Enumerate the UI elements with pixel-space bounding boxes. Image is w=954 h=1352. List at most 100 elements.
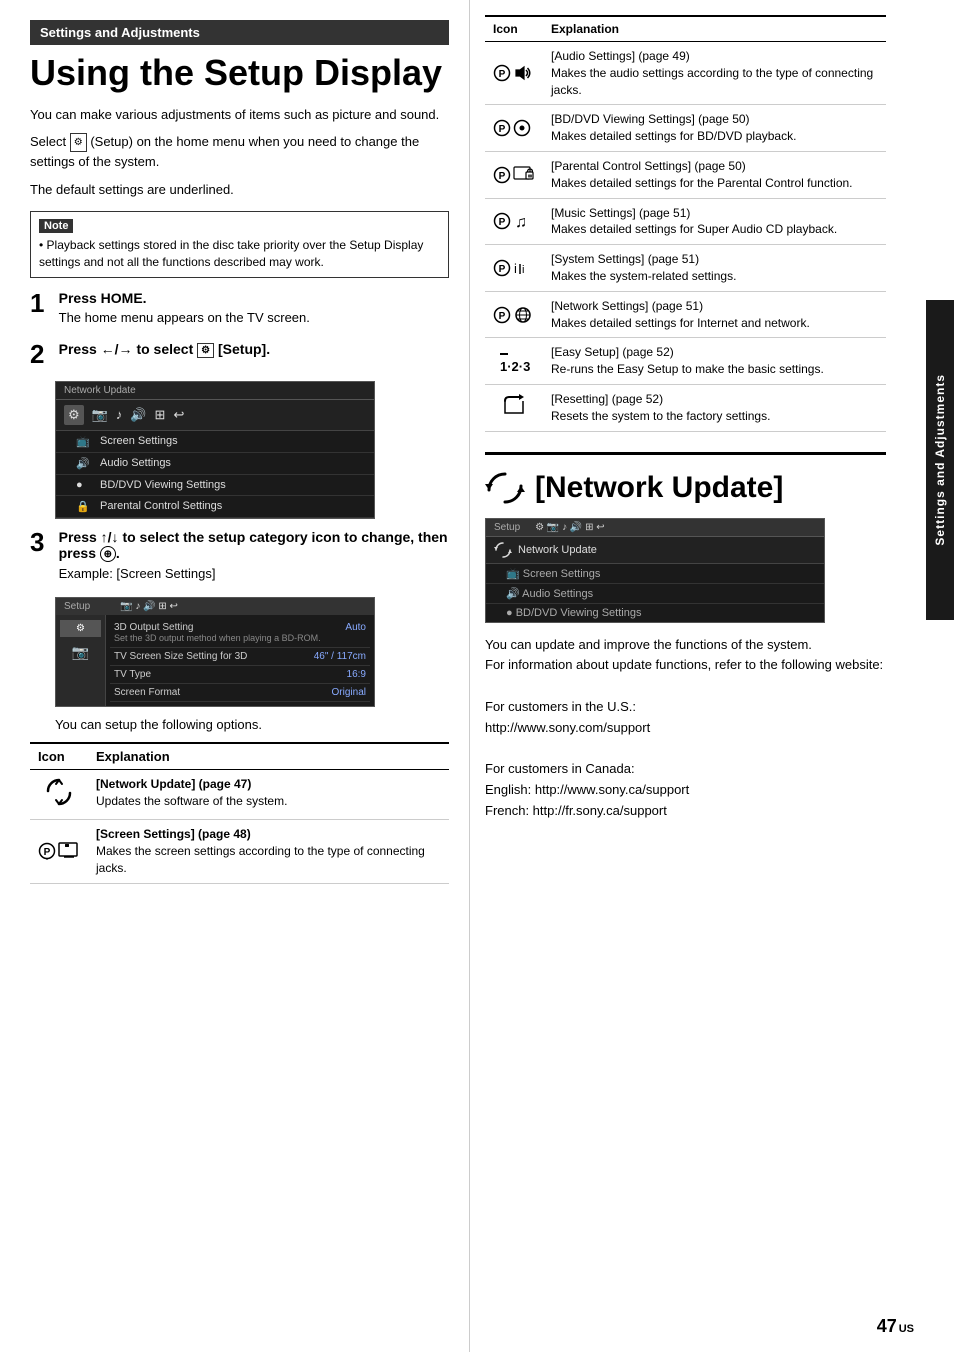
menu-row-parental: 🔒 Parental Control Settings (56, 496, 374, 518)
icon-cell-screen-settings: P (30, 820, 88, 883)
system-desc: Makes the system-related settings. (551, 269, 736, 283)
reset-desc: Resets the system to the factory setting… (551, 409, 770, 423)
bd-icon-group: P (493, 119, 535, 137)
page-title: Using the Setup Display (30, 53, 449, 93)
network-mockup-audio-row: 🔊 Audio Settings (486, 584, 824, 604)
network-update-para-1: You can update and improve the functions… (485, 635, 886, 656)
p-circle-music: P (493, 212, 511, 230)
system-icon: i i (513, 259, 535, 277)
page-number: 47 (877, 1316, 897, 1337)
icon-cell-system: P i i (485, 245, 543, 292)
network-mockup-bd-row: ● BD/DVD Viewing Settings (486, 604, 824, 622)
icon-cell-reset (485, 384, 543, 431)
easy-setup-cell: [Easy Setup] (page 52) Re-runs the Easy … (543, 338, 886, 385)
menu-icons-row: ⚙ 📷 ♪ 🔊 ⊞ ↩ (56, 400, 374, 431)
svg-text:♫: ♫ (515, 214, 527, 230)
network-mockup-top-bar: Setup ⚙ 📷 ♪ 🔊 ⊞ ↩ (486, 519, 824, 537)
menu-mockup-1: Network Update ⚙ 📷 ♪ 🔊 ⊞ ↩ 📺 Screen Sett… (55, 381, 375, 519)
network-settings-cell: [Network Settings] (page 51) Makes detai… (543, 291, 886, 338)
icon-cell-parental: P (485, 151, 543, 198)
network-update-canada-label: For customers in Canada: (485, 759, 886, 780)
svg-text:P: P (499, 264, 506, 275)
step-3-desc: Example: [Screen Settings] (59, 565, 448, 583)
settings-main: 3D Output SettingSet the 3D output metho… (106, 615, 374, 706)
side-tab-label: Settings and Adjustments (933, 374, 947, 546)
easy-setup-title: [Easy Setup] (page 52) (551, 345, 674, 359)
easy-setup-icon: 1·2·3 (498, 349, 530, 373)
table-row: P [Screen Settings] (page 48) (30, 820, 449, 883)
note-label: Note (39, 219, 73, 233)
side-tab: Settings and Adjustments (926, 300, 954, 620)
intro-para-2: Select ⚙ (Setup) on the home menu when y… (30, 132, 449, 172)
network-settings-icon-group: P (493, 306, 535, 324)
network-update-large-icon (485, 470, 525, 506)
page-number-container: 47 US (877, 1316, 914, 1337)
step-2: 2 Press ←/→ to select ⚙ [Setup]. (30, 341, 449, 367)
settings-row-tv-type: TV Type 16:9 (110, 666, 370, 684)
bd-title: [BD/DVD Viewing Settings] (page 50) (551, 112, 750, 126)
network-update-canada-english: English: http://www.sony.ca/support (485, 780, 886, 801)
svg-text:P: P (44, 847, 51, 858)
easy-setup-icon-group: 1·2·3 (493, 349, 535, 373)
p-circle-parental: P (493, 166, 511, 184)
table-row: P [Audio Settings] (page 49) Makes the a… (485, 42, 886, 105)
parental-monitor-lock (513, 166, 535, 184)
network-update-para-2: For information about update functions, … (485, 655, 886, 676)
page-number-suffix: US (899, 1323, 914, 1335)
menu-row-screen: 📺 Screen Settings (56, 431, 374, 453)
settings-mockup: Setup 📷 ♪ 🔊 ⊞ ↩ ⚙ 📷 3D Output SettingSet… (55, 597, 375, 707)
step-3-title: Press ↑/↓ to select the setup category i… (59, 529, 448, 562)
menu-icon-speaker: 🔊 (130, 407, 146, 423)
menu-icon-camera: 📷 (92, 407, 108, 423)
system-title: [System Settings] (page 51) (551, 252, 699, 266)
lower-table-explanation-header: Explanation (88, 743, 449, 770)
enter-button-icon: ⊕ (100, 546, 116, 562)
system-cell: [System Settings] (page 51) Makes the sy… (543, 245, 886, 292)
bd-cell: [BD/DVD Viewing Settings] (page 50) Make… (543, 105, 886, 152)
icon-cell-easy-setup: 1·2·3 (485, 338, 543, 385)
menu-icon-return: ↩ (173, 407, 184, 423)
note-text: • Playback settings stored in the disc t… (39, 237, 440, 271)
left-column: Settings and Adjustments Using the Setup… (0, 0, 470, 1352)
parental-title: [Parental Control Settings] (page 50) (551, 159, 746, 173)
settings-mockup-body: ⚙ 📷 3D Output SettingSet the 3D output m… (56, 615, 374, 706)
svg-text:P: P (499, 311, 506, 322)
icon-cell-bd: P (485, 105, 543, 152)
settings-row-3d: 3D Output SettingSet the 3D output metho… (110, 619, 370, 648)
table-row: P ♫ [Music Settings] (page 51) Makes det… (485, 198, 886, 245)
settings-row-screen-format: Screen Format Original (110, 684, 370, 702)
speaker-icon (513, 65, 533, 81)
menu-row-bd: ● BD/DVD Viewing Settings (56, 475, 374, 496)
section-header: Settings and Adjustments (30, 20, 449, 45)
step-1-number: 1 (30, 290, 55, 316)
music-note-icon: ♫ (513, 212, 533, 230)
step-3-number: 3 (30, 529, 55, 555)
you-can-setup-text: You can setup the following options. (55, 717, 449, 732)
step-1-content: Press HOME. The home menu appears on the… (59, 290, 448, 327)
table-row: P [Parental Control Settings] (page 50) (485, 151, 886, 198)
reset-title: [Resetting] (page 52) (551, 392, 663, 406)
intro-para-1: You can make various adjustments of item… (30, 105, 449, 125)
icon-cell-audio: P (485, 42, 543, 105)
screen-settings-title: [Screen Settings] (page 48) (96, 827, 251, 841)
table-row: P [BD/DVD Viewing Settings] (page 50) Ma… (485, 105, 886, 152)
step-3-content: Press ↑/↓ to select the setup category i… (59, 529, 448, 583)
settings-sidebar-screen: 📷 (60, 641, 101, 664)
network-update-cell: [Network Update] (page 47) Updates the s… (88, 770, 449, 820)
audio-title: [Audio Settings] (page 49) (551, 49, 690, 63)
settings-sidebar: ⚙ 📷 (56, 615, 106, 706)
globe-icon (513, 306, 533, 324)
table-row: [Resetting] (page 52) Resets the system … (485, 384, 886, 431)
menu-row-audio: 🔊 Audio Settings (56, 453, 374, 475)
network-settings-title: [Network Settings] (page 51) (551, 299, 703, 313)
parental-desc: Makes detailed settings for the Parental… (551, 176, 853, 190)
settings-row-tv-size: TV Screen Size Setting for 3D 46" / 117c… (110, 648, 370, 666)
svg-text:P: P (499, 171, 506, 182)
step-1-title: Press HOME. (59, 290, 448, 306)
p-circle-audio: P (493, 64, 511, 82)
svg-text:P: P (499, 217, 506, 228)
p-circle-icon: P (38, 842, 56, 860)
music-cell: [Music Settings] (page 51) Makes detaile… (543, 198, 886, 245)
network-update-desc: Updates the software of the system. (96, 794, 287, 808)
svg-text:P: P (499, 69, 506, 80)
